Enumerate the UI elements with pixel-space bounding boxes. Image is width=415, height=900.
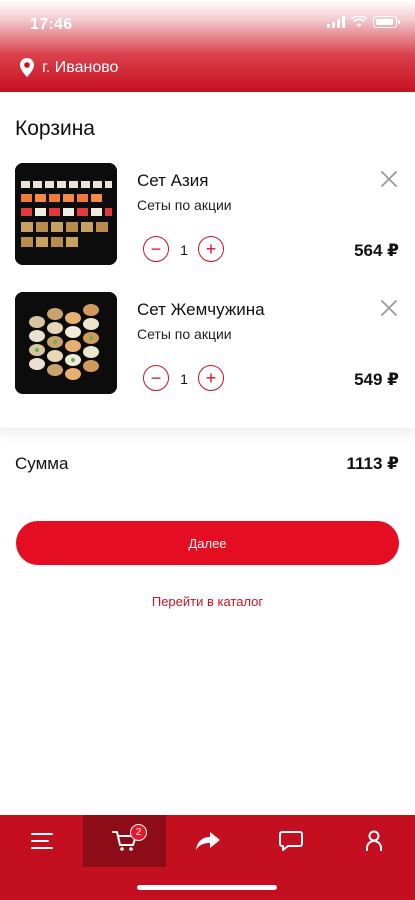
status-time: 17:46 — [30, 16, 73, 33]
quantity-value: 1 — [180, 242, 188, 258]
item-name: Сет Азия — [137, 171, 209, 190]
map-pin-icon — [20, 58, 34, 77]
remove-item-icon[interactable] — [379, 298, 399, 318]
item-name: Сет Жемчужина — [137, 300, 265, 319]
increase-quantity-button[interactable]: + — [198, 365, 224, 391]
increase-quantity-button[interactable]: + — [198, 236, 224, 262]
person-icon — [365, 830, 382, 851]
go-to-catalog-link[interactable]: Перейти в каталог — [0, 594, 415, 609]
item-price: 549 ₽ — [354, 370, 399, 389]
item-price: 564 ₽ — [354, 241, 399, 260]
remove-item-icon[interactable] — [379, 169, 399, 189]
cellular-signal-icon — [327, 16, 345, 28]
home-indicator[interactable] — [137, 885, 277, 890]
city-selector[interactable]: г. Иваново — [20, 58, 118, 77]
product-image[interactable] — [15, 292, 117, 394]
status-icons — [327, 16, 400, 28]
next-button[interactable]: Далее — [16, 521, 399, 565]
decrease-quantity-button[interactable]: − — [143, 236, 169, 262]
product-image[interactable] — [15, 163, 117, 265]
tab-cart[interactable]: 2 — [83, 815, 166, 867]
cart-item: Сет Жемчужина Сеты по акции − 1 + 549 ₽ — [0, 292, 415, 402]
cart-count-badge: 2 — [130, 824, 147, 841]
cart-item: Сет Азия Сеты по акции − 1 + 564 ₽ — [0, 163, 415, 273]
hamburger-icon — [30, 833, 53, 849]
chat-bubble-icon — [278, 831, 303, 851]
tab-menu[interactable] — [0, 815, 83, 867]
city-label: г. Иваново — [42, 58, 119, 76]
decrease-quantity-button[interactable]: − — [143, 365, 169, 391]
tab-share[interactable] — [166, 815, 249, 867]
page-title: Корзина — [15, 117, 95, 140]
wifi-icon — [351, 16, 367, 28]
item-category: Сеты по акции — [137, 326, 232, 342]
app-header: 17:46 г. Иваново — [0, 0, 415, 93]
sum-value: 1113 ₽ — [346, 454, 400, 473]
tab-chat[interactable] — [249, 815, 332, 867]
tab-profile[interactable] — [332, 815, 415, 867]
quantity-value: 1 — [180, 371, 188, 387]
sum-label: Сумма — [15, 454, 69, 473]
item-category: Сеты по акции — [137, 197, 232, 213]
cart-total: Сумма 1113 ₽ — [15, 454, 399, 474]
battery-icon — [373, 16, 400, 28]
share-arrow-icon — [195, 832, 220, 850]
